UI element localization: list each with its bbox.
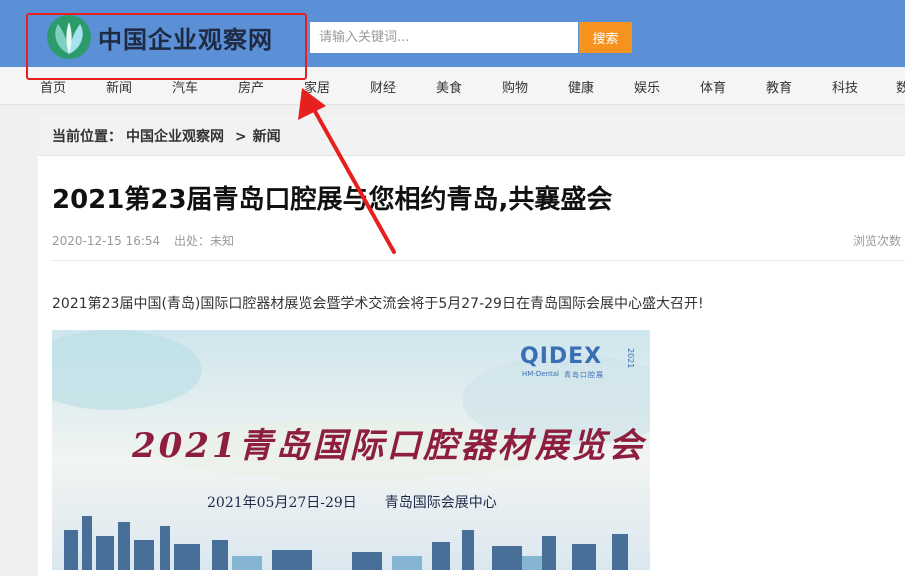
nav-item-food[interactable]: 美食 <box>436 77 462 96</box>
breadcrumb-current-link[interactable]: 新闻 <box>253 129 281 145</box>
article-source: 出处：未知 <box>173 234 234 248</box>
nav-item-data[interactable]: 数 <box>896 77 905 96</box>
divider <box>52 260 905 261</box>
nav-item-education[interactable]: 教育 <box>766 77 792 96</box>
nav-item-tech[interactable]: 科技 <box>832 77 858 96</box>
article-views: 浏览次数 <box>853 234 902 248</box>
nav-item-sports[interactable]: 体育 <box>700 77 726 96</box>
expo-banner-image: QIDEX HM-Dental 青岛口腔展 2021 2021青岛国际口腔器材展… <box>52 330 650 570</box>
breadcrumb-prefix: 当前位置： <box>52 129 122 145</box>
search-button[interactable]: 搜索 <box>579 22 632 53</box>
breadcrumb-home-link[interactable]: 中国企业观察网 <box>126 129 224 145</box>
article-title: 2021第23届青岛口腔展与您相约青岛,共襄盛会 <box>52 185 613 215</box>
brand-year: 2021 <box>626 348 635 369</box>
search-input[interactable] <box>310 22 578 53</box>
nav-item-health[interactable]: 健康 <box>568 77 594 96</box>
banner-title: 2021青岛国际口腔器材展览会 <box>132 426 646 466</box>
nav-item-shopping[interactable]: 购物 <box>502 77 528 96</box>
article-intro: 2021第23届中国(青岛)国际口腔器材展览会暨学术交流会将于5月27-29日在… <box>52 296 704 312</box>
brand-chinese: 青岛口腔展 <box>564 371 604 379</box>
nav-item-home-decor[interactable]: 家居 <box>304 77 330 96</box>
breadcrumb: 当前位置： 中国企业观察网 > 新闻 <box>38 116 905 156</box>
brand-subtitle: HM-Dental <box>522 370 559 378</box>
article-meta: 2020-12-15 16:54 出处：未知 <box>52 232 244 249</box>
article-container: 当前位置： 中国企业观察网 > 新闻 2021第23届青岛口腔展与您相约青岛,共襄盛… <box>38 116 905 576</box>
annotation-highlight-box <box>26 13 307 80</box>
nav-item-finance[interactable]: 财经 <box>370 77 396 96</box>
banner-date: 2021年05月27日-29日 青岛国际会展中心 <box>207 495 497 511</box>
nav-item-entertainment[interactable]: 娱乐 <box>634 77 660 96</box>
breadcrumb-separator: > <box>234 129 247 145</box>
qidex-logo: QIDEX <box>520 344 603 369</box>
article-date: 2020-12-15 16:54 <box>52 234 161 248</box>
